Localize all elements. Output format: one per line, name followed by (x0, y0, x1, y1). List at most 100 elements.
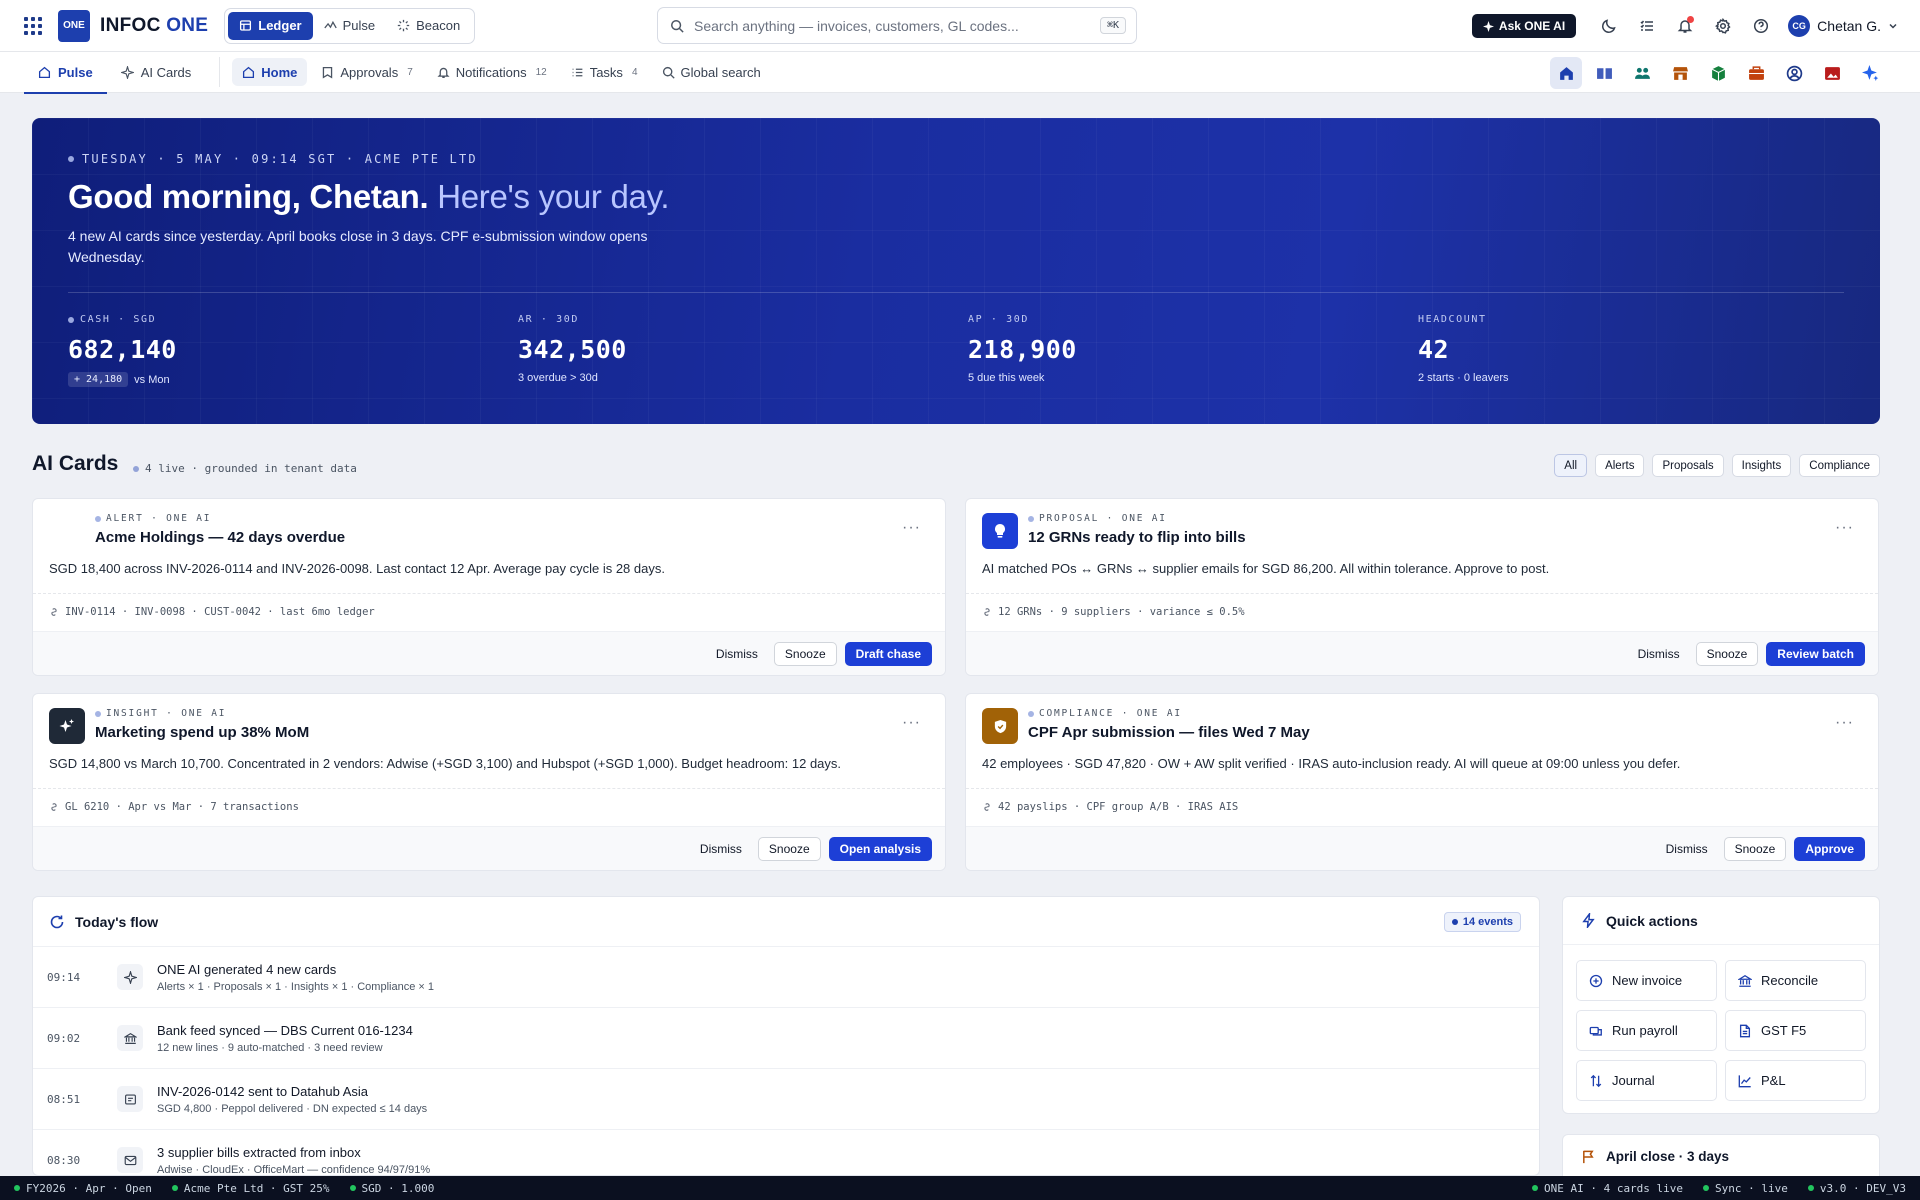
profit-loss-button[interactable]: P&L (1725, 1060, 1866, 1101)
tasks-count: 4 (631, 66, 638, 78)
status-currency[interactable]: SGD · 1.000 (349, 1182, 434, 1195)
snooze-button[interactable]: Snooze (757, 836, 821, 861)
user-menu[interactable]: CG Chetan G. (1788, 15, 1898, 37)
flow-row[interactable]: 08:51 INV-2026-0142 sent to Datahub Asia… (33, 1069, 1539, 1130)
app-launcher-icon[interactable] (22, 15, 44, 37)
help-icon[interactable] (1742, 11, 1780, 41)
nav-tasks[interactable]: Tasks 4 (561, 58, 648, 86)
quick-actions-grid: New invoice Reconcile Run payroll GST F5… (1576, 960, 1866, 1101)
card-references: 12 GRNs · 9 suppliers · variance ≤ 0.5% (982, 606, 1245, 618)
filter-alerts[interactable]: Alerts (1595, 454, 1645, 477)
book-module-icon[interactable] (1588, 57, 1620, 89)
dismiss-button[interactable]: Dismiss (708, 642, 766, 666)
status-dot (1703, 1185, 1710, 1191)
status-entity[interactable]: Acme Pte Ltd · GST 25% (171, 1182, 330, 1195)
nav-home[interactable]: Home (232, 58, 308, 86)
flow-row[interactable]: 09:02 Bank feed synced — DBS Current 016… (33, 1008, 1539, 1069)
dismiss-button[interactable]: Dismiss (1658, 837, 1716, 861)
open-analysis-button[interactable]: Open analysis (828, 836, 932, 861)
event-time: 08:51 (47, 1092, 81, 1106)
filter-all[interactable]: All (1554, 454, 1588, 477)
link-icon (982, 607, 992, 617)
tasks-icon[interactable] (1628, 11, 1666, 41)
search-shortcut: ⌘K (1099, 17, 1126, 34)
filter-insights[interactable]: Insights (1731, 454, 1792, 477)
pulse-icon (323, 19, 337, 32)
ask-one-ai-button[interactable]: Ask ONE AI (1471, 14, 1577, 38)
tab-pulse[interactable]: Pulse (24, 52, 107, 94)
review-batch-button[interactable]: Review batch (1766, 641, 1865, 666)
flow-header: Today's flow 14 events (33, 897, 1539, 947)
draft-chase-button[interactable]: Draft chase (844, 641, 932, 666)
payroll-icon (1589, 1024, 1603, 1038)
mode-beacon[interactable]: Beacon (386, 12, 471, 40)
user-module-icon[interactable] (1778, 57, 1810, 89)
package-module-icon[interactable] (1702, 57, 1734, 89)
chart-icon (1738, 1074, 1752, 1088)
new-invoice-button[interactable]: New invoice (1576, 960, 1717, 1001)
status-dot (1531, 1185, 1538, 1191)
event-title: 3 supplier bills extracted from inbox (157, 1144, 361, 1160)
flow-row[interactable]: 08:30 3 supplier bills extracted from in… (33, 1130, 1539, 1176)
snooze-button[interactable]: Snooze (1723, 836, 1787, 861)
approve-button[interactable]: Approve (1794, 836, 1865, 861)
card-actions: Dismiss Snooze Draft chase (33, 631, 945, 675)
kpi-cash[interactable]: CASH · SGD 682,140 + 24,180 vs Mon (68, 314, 468, 387)
notifications-icon[interactable] (1666, 11, 1704, 41)
image-module-icon[interactable] (1816, 57, 1848, 89)
dismiss-button[interactable]: Dismiss (1630, 642, 1688, 666)
flow-row[interactable]: 09:14 ONE AI generated 4 new cards Alerts… (33, 947, 1539, 1008)
tab-ai-cards[interactable]: AI Cards (107, 52, 206, 93)
mode-pulse[interactable]: Pulse (313, 12, 387, 40)
dismiss-button[interactable]: Dismiss (692, 837, 750, 861)
journal-button[interactable]: Journal (1576, 1060, 1717, 1101)
list-icon (571, 66, 584, 79)
more-options-icon[interactable]: ··· (1835, 519, 1854, 537)
filter-proposals[interactable]: Proposals (1652, 454, 1724, 477)
kpi-ar[interactable]: AR · 30D 342,500 3 overdue > 30d (518, 314, 918, 384)
module-switcher (1550, 57, 1886, 89)
people-module-icon[interactable] (1626, 57, 1658, 89)
briefcase-module-icon[interactable] (1740, 57, 1772, 89)
hero-subtitle: 4 new AI cards since yesterday. April bo… (68, 228, 648, 265)
beacon-icon (397, 19, 410, 32)
snooze-button[interactable]: Snooze (1695, 641, 1759, 666)
dark-mode-icon[interactable] (1590, 11, 1628, 41)
store-module-icon[interactable] (1664, 57, 1696, 89)
more-options-icon[interactable]: ··· (902, 714, 921, 732)
global-search-box[interactable]: Search anything — invoices, customers, G… (657, 7, 1137, 44)
nav-approvals[interactable]: Approvals 7 (311, 58, 422, 86)
approvals-count: 7 (407, 66, 413, 78)
top-bar: ONE INFOC ONE Ledger Pulse Beacon Search… (0, 0, 1920, 52)
status-sync[interactable]: Sync · live (1703, 1182, 1788, 1195)
snooze-button[interactable]: Snooze (773, 641, 837, 666)
hero-greeting: Good morning, Chetan. Here's your day. (68, 178, 670, 215)
event-detail: Adwise · CloudEx · OfficeMart — confiden… (157, 1163, 431, 1176)
reconcile-button[interactable]: Reconcile (1725, 960, 1866, 1001)
search-icon (662, 66, 675, 79)
settings-icon[interactable] (1704, 11, 1742, 41)
mode-ledger[interactable]: Ledger (228, 11, 313, 40)
more-options-icon[interactable]: ··· (902, 519, 921, 537)
status-ai[interactable]: ONE AI · 4 cards live (1531, 1182, 1683, 1195)
nav-notifications[interactable]: Notifications 12 (427, 58, 557, 86)
refresh-icon (49, 914, 65, 930)
card-title: Marketing spend up 38% MoM (95, 724, 310, 741)
mail-icon (117, 1147, 143, 1173)
top-actions: Ask ONE AI CG Chetan G. (1471, 0, 1898, 52)
more-options-icon[interactable]: ··· (1835, 714, 1854, 732)
search-input[interactable]: Search anything — invoices, customers, G… (694, 18, 1100, 34)
status-fiscal-period[interactable]: FY2026 · Apr · Open (14, 1182, 152, 1195)
kpi-headcount[interactable]: HEADCOUNT 42 2 starts · 0 leavers (1418, 314, 1818, 384)
kpi-ap[interactable]: AP · 30D 218,900 5 due this week (968, 314, 1368, 384)
event-time: 09:14 (47, 970, 81, 984)
gst-f5-button[interactable]: GST F5 (1725, 1010, 1866, 1051)
ai-card-compliance: COMPLIANCE · ONE AI CPF Apr submission —… (965, 693, 1879, 871)
event-title: INV-2026-0142 sent to Datahub Asia (157, 1083, 369, 1099)
run-payroll-button[interactable]: Run payroll (1576, 1010, 1717, 1051)
ai-module-icon[interactable] (1854, 57, 1886, 89)
home-module-icon[interactable] (1550, 57, 1582, 89)
filter-compliance[interactable]: Compliance (1799, 454, 1880, 477)
document-icon (1738, 1024, 1752, 1038)
nav-global-search[interactable]: Global search (652, 58, 771, 86)
